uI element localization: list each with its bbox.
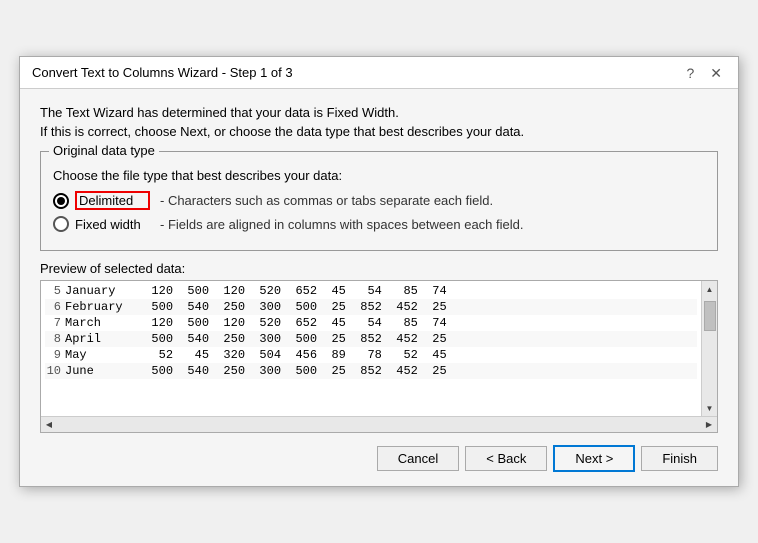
radio-desc-fixed-width: - Fields are aligned in columns with spa… — [160, 217, 523, 232]
row-data: April 500 540 250 300 500 25 852 452 25 — [65, 332, 447, 346]
scrollbar-horizontal[interactable]: ◀ ▶ — [41, 416, 717, 432]
table-row: 7 March 120 500 120 520 652 45 54 85 74 — [45, 315, 697, 331]
scroll-track-h — [57, 417, 701, 432]
preview-content[interactable]: 5 January 120 500 120 520 652 45 54 85 74… — [41, 281, 701, 416]
radio-label-fixed-width[interactable]: Fixed width — [75, 217, 150, 232]
row-number: 10 — [45, 364, 61, 378]
table-row: 8 April 500 540 250 300 500 25 852 452 25 — [45, 331, 697, 347]
radio-desc-delimited: - Characters such as commas or tabs sepa… — [160, 193, 493, 208]
dialog-body: The Text Wizard has determined that your… — [20, 89, 738, 433]
intro-line2: If this is correct, choose Next, or choo… — [40, 124, 718, 139]
radio-row-delimited: Delimited - Characters such as commas or… — [53, 191, 705, 210]
table-row: 10 June 500 540 250 300 500 25 852 452 25 — [45, 363, 697, 379]
radio-label-delimited[interactable]: Delimited — [75, 191, 150, 210]
title-bar-controls: ? ✕ — [682, 66, 726, 80]
scroll-left-arrow[interactable]: ◀ — [41, 417, 57, 433]
radio-row-fixed-width: Fixed width - Fields are aligned in colu… — [53, 216, 705, 232]
help-button[interactable]: ? — [682, 66, 698, 80]
choose-label: Choose the file type that best describes… — [53, 168, 705, 183]
next-button[interactable]: Next > — [553, 445, 635, 472]
original-data-type-group: Original data type Choose the file type … — [40, 151, 718, 251]
dialog-title: Convert Text to Columns Wizard - Step 1 … — [32, 65, 293, 80]
preview-label: Preview of selected data: — [40, 261, 718, 276]
row-data: February 500 540 250 300 500 25 852 452 … — [65, 300, 447, 314]
row-data: May 52 45 320 504 456 89 78 52 45 — [65, 348, 447, 362]
scroll-right-arrow[interactable]: ▶ — [701, 417, 717, 433]
row-number: 9 — [45, 348, 61, 362]
preview-wrapper: 5 January 120 500 120 520 652 45 54 85 74… — [40, 280, 718, 433]
table-row: 9 May 52 45 320 504 456 89 78 52 45 — [45, 347, 697, 363]
row-number: 6 — [45, 300, 61, 314]
choose-label-text: Choose the file type that best describes… — [53, 168, 342, 183]
row-number: 7 — [45, 316, 61, 330]
dialog: Convert Text to Columns Wizard - Step 1 … — [19, 56, 739, 487]
intro-line1: The Text Wizard has determined that your… — [40, 105, 718, 120]
finish-button[interactable]: Finish — [641, 446, 718, 471]
row-number: 5 — [45, 284, 61, 298]
cancel-button[interactable]: Cancel — [377, 446, 459, 471]
scroll-up-arrow[interactable]: ▲ — [702, 281, 718, 297]
radio-delimited[interactable] — [53, 193, 69, 209]
radio-fixed-width[interactable] — [53, 216, 69, 232]
preview-inner: 5 January 120 500 120 520 652 45 54 85 74… — [41, 281, 717, 416]
dialog-footer: Cancel < Back Next > Finish — [20, 433, 738, 486]
group-content: Choose the file type that best describes… — [53, 168, 705, 232]
scrollbar-vertical[interactable]: ▲ ▼ — [701, 281, 717, 416]
table-row: 5 January 120 500 120 520 652 45 54 85 74 — [45, 283, 697, 299]
title-bar: Convert Text to Columns Wizard - Step 1 … — [20, 57, 738, 89]
scroll-thumb-v[interactable] — [704, 301, 716, 331]
group-legend: Original data type — [49, 143, 159, 158]
row-data: June 500 540 250 300 500 25 852 452 25 — [65, 364, 447, 378]
row-data: March 120 500 120 520 652 45 54 85 74 — [65, 316, 447, 330]
back-button[interactable]: < Back — [465, 446, 547, 471]
row-data: January 120 500 120 520 652 45 54 85 74 — [65, 284, 447, 298]
preview-section: Preview of selected data: 5 January 120 5… — [40, 261, 718, 433]
scroll-track-v — [702, 297, 717, 400]
row-number: 8 — [45, 332, 61, 346]
scroll-down-arrow[interactable]: ▼ — [702, 400, 718, 416]
close-button[interactable]: ✕ — [706, 66, 726, 80]
table-row: 6 February 500 540 250 300 500 25 852 452… — [45, 299, 697, 315]
